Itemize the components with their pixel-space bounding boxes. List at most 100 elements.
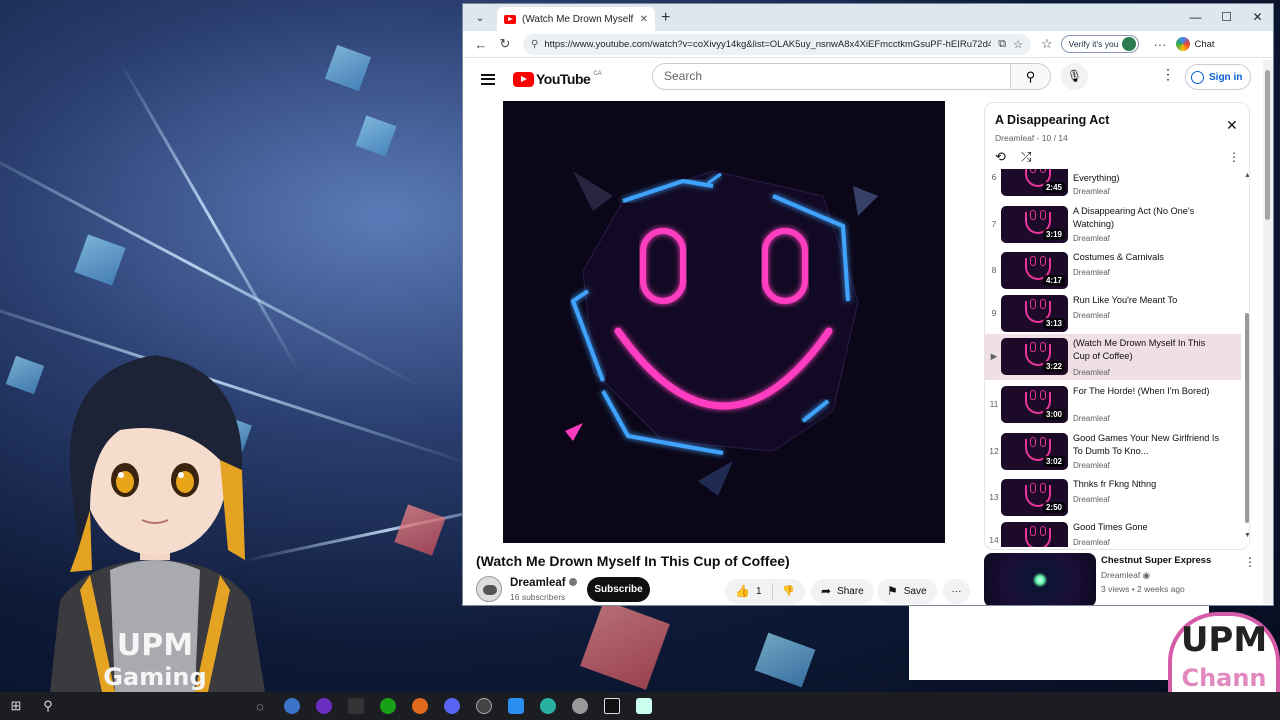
app-icon-blue[interactable] — [500, 692, 532, 720]
shuffle-icon[interactable]: ⤮ — [1021, 149, 1031, 165]
playlist-item[interactable]: 11 3:00 For The Horde! (When I'm Bored) … — [985, 382, 1241, 427]
app-install-icon[interactable]: ⧉ — [998, 38, 1006, 51]
playlist-close-icon[interactable]: ✕ — [1226, 117, 1238, 134]
app-icon-orange[interactable] — [404, 692, 436, 720]
playlist-items: 6 2:45 Everything) Dreamleaf 7 3:19 A Di… — [985, 169, 1242, 547]
app-icon-gray[interactable] — [564, 692, 596, 720]
profile-avatar-icon — [1122, 37, 1137, 51]
refresh-icon[interactable]: ↻ — [493, 36, 517, 52]
loop-icon[interactable]: ⟲ — [995, 149, 1006, 165]
maximize-icon[interactable]: ☐ — [1211, 4, 1242, 31]
window-controls: — ☐ ✕ — [1180, 4, 1273, 31]
app-icon-light[interactable] — [628, 692, 660, 720]
steam-icon[interactable] — [276, 692, 308, 720]
favorite-star-icon[interactable]: ☆ — [1013, 38, 1023, 51]
playlist-item[interactable]: 9 3:13 Run Like You're Meant To Dreamlea… — [985, 291, 1241, 336]
more-actions-icon[interactable]: ··· — [943, 579, 970, 604]
bookmark-icon: ⚑ — [887, 584, 898, 598]
address-bar-row: ← ↻ ⚲ https://www.youtube.com/watch?v=co… — [463, 31, 1273, 58]
chat-button[interactable]: Chat — [1176, 37, 1215, 51]
epic-games-icon[interactable] — [340, 692, 372, 720]
new-tab-plus-icon[interactable]: + — [661, 9, 670, 27]
obs-icon[interactable] — [308, 692, 340, 720]
playlist-item[interactable]: 12 3:02 Good Games Your New Girlfriend I… — [985, 429, 1241, 474]
site-info-icon[interactable]: ⚲ — [531, 39, 538, 50]
verify-label: Verify it's you — [1068, 39, 1119, 49]
recommended-title: Chestnut Super Express — [1101, 555, 1212, 566]
tab-youtube[interactable]: (Watch Me Drown Myself In This Cup of Co… — [497, 7, 655, 31]
browser-menu-icon[interactable]: ··· — [1153, 37, 1166, 52]
account-icon — [1191, 70, 1204, 84]
playlist-item[interactable]: 8 4:17 Costumes & Carnivals Dreamleaf — [985, 248, 1241, 293]
page-scrollbar[interactable] — [1263, 60, 1273, 604]
recommended-video[interactable]: Chestnut Super Express Dreamleaf ◉ 3 vie… — [984, 553, 1264, 605]
playlist-thumbnail: 3:02 — [1001, 433, 1068, 470]
sign-in-label: Sign in — [1209, 71, 1243, 83]
channel-avatar[interactable] — [476, 576, 502, 602]
recommended-thumbnail[interactable] — [984, 553, 1096, 605]
playlist-scroll-up-icon[interactable]: ▲ — [1244, 172, 1249, 179]
recommended-menu-icon[interactable]: ⋮ — [1244, 555, 1256, 569]
like-button[interactable]: 👍 1 — [725, 583, 773, 600]
stream-overlay-panel — [909, 606, 1209, 680]
verified-check-icon: ◉ — [1142, 570, 1151, 580]
search-input[interactable]: Search — [652, 63, 1011, 90]
playlist-scrollbar[interactable] — [1245, 313, 1249, 523]
playlist-item[interactable]: 13 2:50 Thnks fr Fkng Nthng Dreamleaf — [985, 475, 1241, 520]
thumbs-down-icon: 👎 — [782, 586, 795, 597]
like-dislike-group: 👍 1 👎 — [725, 579, 805, 604]
share-button[interactable]: ➦ Share — [811, 579, 874, 604]
youtube-favicon-icon — [504, 14, 516, 24]
collections-icon[interactable]: ☆ — [1041, 36, 1053, 52]
url-text: https://www.youtube.com/watch?v=coXivyy1… — [544, 38, 992, 50]
settings-kebab-icon[interactable]: ⋮ — [1161, 66, 1175, 83]
task-view-icon[interactable]: ◌ — [244, 692, 276, 720]
video-artwork — [503, 101, 945, 543]
edge-browser-icon[interactable] — [532, 692, 564, 720]
playlist-item[interactable]: 7 3:19 A Disappearing Act (No One's Watc… — [985, 202, 1241, 247]
playlist-scroll-down-icon[interactable]: ▼ — [1244, 532, 1249, 539]
avatar-shirt-subtext: Gaming — [103, 663, 206, 691]
playlist-thumbnail: 3:13 — [1001, 295, 1068, 332]
voice-search-icon[interactable]: 🎙 — [1061, 63, 1088, 90]
playlist-item[interactable]: 6 2:45 Everything) Dreamleaf — [985, 169, 1241, 200]
minimize-icon[interactable]: — — [1180, 4, 1211, 31]
tab-strip: ⌄ (Watch Me Drown Myself In This Cup of … — [463, 4, 1273, 31]
now-playing-icon: ▶ — [990, 351, 998, 361]
video-player[interactable] — [503, 101, 945, 543]
search-icon[interactable]: ⚲ — [32, 692, 64, 720]
subscribe-button[interactable]: Subscribe — [587, 577, 650, 602]
dislike-button[interactable]: 👎 — [773, 579, 794, 604]
playlist-menu-icon[interactable]: ⋮ — [1228, 150, 1240, 164]
playlist-item[interactable]: 14 Good Times Gone Dreamleaf — [985, 518, 1241, 547]
chat-label: Chat — [1194, 38, 1215, 50]
logo-top-text: UPM — [1180, 620, 1268, 660]
youtube-wordmark: YouTube — [536, 71, 591, 87]
search-icon: ⚲ — [1025, 69, 1036, 84]
playlist-item-current[interactable]: ▶ 3:22 (Watch Me Drown Myself In This Cu… — [985, 334, 1241, 380]
sign-in-button[interactable]: Sign in — [1185, 64, 1251, 90]
app-icon-dark[interactable] — [468, 692, 500, 720]
save-button[interactable]: ⚑ Save — [877, 579, 937, 604]
discord-icon[interactable] — [436, 692, 468, 720]
playlist-title[interactable]: A Disappearing Act — [995, 113, 1109, 127]
youtube-logo[interactable]: YouTube CA — [513, 71, 602, 87]
country-code: CA — [593, 71, 602, 77]
tab-close-icon[interactable]: ✕ — [640, 14, 648, 25]
youtube-play-icon — [513, 71, 534, 87]
tab-list-chevron-icon[interactable]: ⌄ — [467, 8, 493, 28]
url-field[interactable]: ⚲ https://www.youtube.com/watch?v=coXivy… — [523, 33, 1031, 55]
search-button[interactable]: ⚲ — [1010, 63, 1051, 90]
channel-name[interactable]: Dreamleaf — [510, 577, 577, 589]
close-window-icon[interactable]: ✕ — [1242, 4, 1273, 31]
playlist-thumbnail: 3:22 — [1001, 338, 1068, 375]
start-windows-icon[interactable]: ⊞ — [0, 692, 32, 720]
verify-button[interactable]: Verify it's you — [1060, 35, 1140, 53]
app-icon-black[interactable] — [596, 692, 628, 720]
hamburger-menu-icon[interactable] — [481, 73, 495, 85]
back-arrow-icon[interactable]: ← — [469, 37, 493, 52]
xbox-icon[interactable] — [372, 692, 404, 720]
taskbar: ⊞ ⚲ ◌ — [0, 692, 1280, 720]
logo-bottom-text: Chann — [1181, 664, 1267, 692]
youtube-header: YouTube CA Search ⚲ 🎙 ⋮ Sign in — [463, 60, 1263, 98]
